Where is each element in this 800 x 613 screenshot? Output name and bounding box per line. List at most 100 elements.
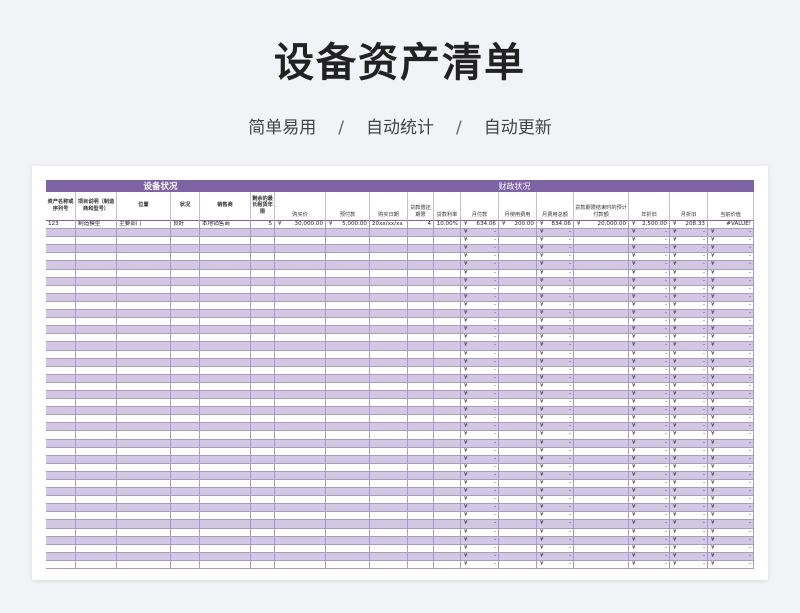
grid-cell[interactable]	[326, 536, 370, 545]
grid-cell[interactable]: ¥ -	[670, 463, 708, 472]
grid-cell[interactable]	[117, 310, 171, 319]
grid-cell[interactable]	[117, 439, 171, 448]
grid-cell[interactable]	[275, 512, 326, 521]
grid-cell[interactable]: ¥ -	[461, 229, 499, 238]
grid-cell[interactable]	[499, 237, 537, 246]
grid-cell[interactable]: ¥ -	[629, 447, 670, 456]
grid-cell[interactable]: ¥ -	[537, 536, 574, 545]
grid-cell[interactable]	[251, 334, 275, 343]
grid-cell[interactable]: #VALUE!	[708, 221, 754, 230]
grid-cell[interactable]	[370, 326, 408, 335]
grid-cell[interactable]	[574, 536, 629, 545]
grid-cell[interactable]	[251, 277, 275, 286]
grid-cell[interactable]	[117, 544, 171, 553]
grid-cell[interactable]	[574, 366, 629, 375]
grid-cell[interactable]	[326, 229, 370, 238]
grid-cell[interactable]: ¥ -	[708, 399, 754, 408]
grid-cell[interactable]	[200, 407, 251, 416]
grid-cell[interactable]: 20xx/xx/xx	[370, 221, 408, 230]
grid-cell[interactable]: ¥ -	[708, 447, 754, 456]
grid-cell[interactable]	[200, 293, 251, 302]
grid-cell[interactable]	[326, 334, 370, 343]
grid-cell[interactable]	[117, 374, 171, 383]
grid-cell[interactable]	[574, 229, 629, 238]
grid-cell[interactable]	[326, 447, 370, 456]
grid-cell[interactable]	[408, 512, 434, 521]
grid-cell[interactable]	[200, 358, 251, 367]
grid-cell[interactable]	[46, 310, 76, 319]
grid-cell[interactable]: ¥ -	[670, 512, 708, 521]
grid-cell[interactable]	[434, 560, 461, 570]
grid-cell[interactable]	[275, 480, 326, 489]
grid-cell[interactable]: ¥ -	[461, 253, 499, 262]
grid-cell[interactable]	[171, 431, 200, 440]
grid-cell[interactable]: ¥ -	[670, 423, 708, 432]
grid-cell[interactable]	[408, 229, 434, 238]
grid-cell[interactable]	[275, 293, 326, 302]
grid-cell[interactable]: ¥ -	[629, 496, 670, 505]
grid-cell[interactable]	[171, 334, 200, 343]
grid-cell[interactable]	[171, 374, 200, 383]
grid-cell[interactable]: ¥ -	[708, 285, 754, 294]
grid-cell[interactable]	[171, 504, 200, 513]
grid-cell[interactable]	[275, 358, 326, 367]
grid-cell[interactable]	[370, 245, 408, 254]
grid-cell[interactable]	[499, 496, 537, 505]
grid-cell[interactable]: ¥ -	[629, 301, 670, 311]
grid-cell[interactable]	[574, 277, 629, 286]
grid-cell[interactable]	[326, 463, 370, 472]
grid-cell[interactable]	[370, 293, 408, 302]
grid-cell[interactable]: ¥ -	[629, 520, 670, 529]
grid-cell[interactable]: ¥ -	[708, 512, 754, 521]
grid-cell[interactable]: ¥ -	[629, 488, 670, 497]
grid-cell[interactable]	[76, 366, 117, 375]
grid-cell[interactable]	[574, 488, 629, 497]
grid-cell[interactable]	[370, 423, 408, 432]
grid-cell[interactable]	[574, 447, 629, 456]
grid-cell[interactable]: ¥ -	[537, 301, 574, 311]
grid-cell[interactable]	[200, 560, 251, 570]
grid-cell[interactable]: ¥ -	[461, 471, 499, 480]
grid-cell[interactable]	[370, 520, 408, 529]
grid-cell[interactable]: ¥ -	[708, 301, 754, 311]
grid-cell[interactable]: ¥ -	[629, 285, 670, 294]
grid-cell[interactable]	[370, 536, 408, 545]
grid-cell[interactable]: ¥ -	[461, 536, 499, 545]
grid-cell[interactable]	[499, 520, 537, 529]
grid-cell[interactable]: ¥ -	[537, 366, 574, 375]
grid-cell[interactable]	[499, 536, 537, 545]
grid-cell[interactable]: ¥ -	[670, 390, 708, 400]
grid-cell[interactable]	[76, 528, 117, 537]
grid-cell[interactable]	[326, 237, 370, 246]
grid-cell[interactable]	[370, 512, 408, 521]
grid-cell[interactable]: ¥ -	[629, 293, 670, 302]
grid-cell[interactable]	[408, 237, 434, 246]
grid-cell[interactable]: 5	[251, 221, 275, 230]
grid-cell[interactable]	[76, 439, 117, 448]
grid-cell[interactable]	[434, 237, 461, 246]
grid-cell[interactable]: ¥ -	[629, 277, 670, 286]
grid-cell[interactable]	[171, 520, 200, 529]
grid-cell[interactable]	[408, 447, 434, 456]
grid-cell[interactable]: ¥ -	[708, 390, 754, 400]
grid-cell[interactable]	[76, 544, 117, 553]
grid-cell[interactable]	[408, 358, 434, 367]
grid-cell[interactable]	[171, 488, 200, 497]
grid-cell[interactable]	[326, 269, 370, 278]
grid-cell[interactable]: ¥208.33	[670, 221, 708, 230]
grid-cell[interactable]: ¥ -	[629, 423, 670, 432]
grid-cell[interactable]	[434, 318, 461, 327]
grid-cell[interactable]	[326, 471, 370, 480]
grid-cell[interactable]	[76, 374, 117, 383]
grid-cell[interactable]	[408, 390, 434, 400]
grid-cell[interactable]	[408, 245, 434, 254]
grid-cell[interactable]	[499, 374, 537, 383]
grid-cell[interactable]: ¥ -	[708, 342, 754, 351]
grid-cell[interactable]: ¥ -	[670, 374, 708, 383]
grid-cell[interactable]	[251, 245, 275, 254]
grid-cell[interactable]: ¥ -	[461, 447, 499, 456]
grid-cell[interactable]: ¥20,000.00	[574, 221, 629, 230]
grid-cell[interactable]	[574, 423, 629, 432]
grid-cell[interactable]	[574, 253, 629, 262]
grid-cell[interactable]: ¥ -	[670, 245, 708, 254]
